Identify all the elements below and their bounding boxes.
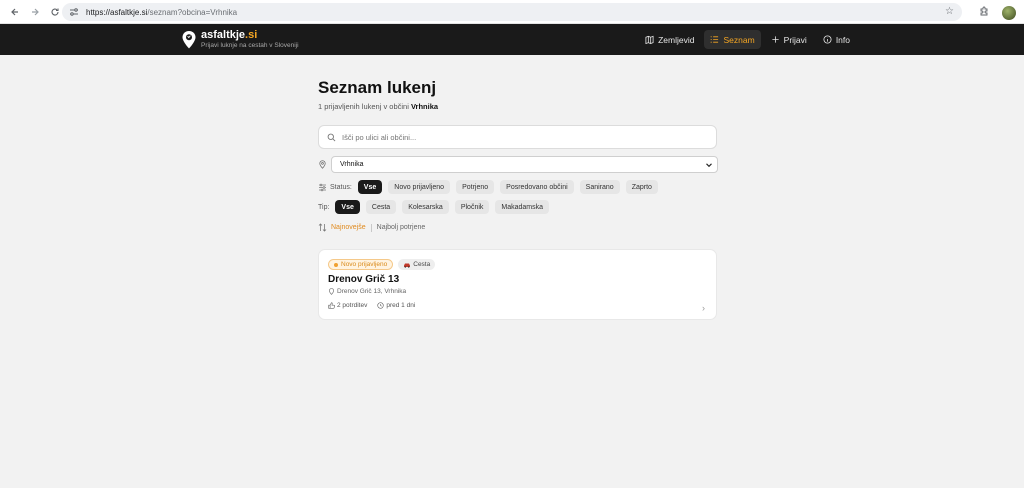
page-subtitle: 1 prijavljenih lukenj v občini Vrhnika	[318, 102, 439, 111]
map-icon	[645, 35, 654, 44]
nav-info[interactable]: Info	[817, 30, 856, 49]
reload-icon[interactable]	[48, 5, 62, 19]
pothole-pin-logo-icon	[182, 30, 196, 48]
browser-toolbar: https://asfaltkje.si/seznam?obcina=Vrhni…	[0, 0, 1024, 24]
brand-logo-link[interactable]: asfaltkje.si Prijavi luknje na cestah v …	[181, 29, 299, 50]
site-settings-icon[interactable]	[68, 6, 80, 18]
report-badges: Novo prijavljeno Cesta	[328, 259, 707, 270]
status-badge: Novo prijavljeno	[328, 259, 394, 270]
status-chip-posredovano-obcini[interactable]: Posredovano občini	[500, 180, 574, 194]
sort-most-confirmed[interactable]: Najbolj potrjene	[377, 224, 426, 231]
page-title: Seznam lukenj	[318, 78, 437, 97]
type-badge: Cesta	[398, 259, 436, 270]
type-chip-makadamska[interactable]: Makadamska	[495, 200, 550, 214]
type-chip-kolesarska[interactable]: Kolesarska	[402, 200, 449, 214]
municipality-selected-value: Vrhnika	[340, 161, 364, 168]
report-title: Drenov Grič 13	[328, 274, 400, 285]
type-chip-cesta[interactable]: Cesta	[365, 200, 397, 214]
sort-divider	[370, 223, 372, 232]
report-meta: 2 potrditev pred 1 dni	[328, 302, 707, 309]
sort-arrows-icon	[318, 223, 327, 232]
sort-newest[interactable]: Najnovejše	[331, 224, 366, 231]
address-bar[interactable]: https://asfaltkje.si/seznam?obcina=Vrhni…	[62, 3, 962, 21]
car-icon	[404, 263, 411, 268]
extensions-icon[interactable]	[979, 4, 990, 22]
arrow-right-icon[interactable]	[28, 5, 42, 19]
main-nav: Zemljevid Seznam Prijavi Info	[639, 30, 856, 49]
sort-row: Najnovejše Najbolj potrjene	[318, 223, 718, 232]
filter-sliders-icon	[319, 183, 326, 191]
type-filter-label: Tip:	[318, 203, 330, 211]
app-header: asfaltkje.si Prijavi luknje na cestah v …	[0, 24, 1024, 55]
status-chip-potrjeno[interactable]: Potrjeno	[456, 180, 495, 194]
map-pin-icon	[329, 288, 334, 295]
status-dot-icon	[334, 262, 338, 267]
report-card[interactable]: Novo prijavljeno Cesta Drenov Grič 13 Dr…	[318, 249, 717, 320]
profile-avatar[interactable]	[1002, 6, 1016, 20]
status-chip-novo-prijavljeno[interactable]: Novo prijavljeno	[388, 180, 451, 194]
arrow-left-icon[interactable]	[8, 5, 22, 19]
nav-zemljevid[interactable]: Zemljevid	[639, 30, 700, 49]
report-age: pred 1 dni	[377, 302, 415, 309]
search-input[interactable]	[342, 132, 702, 142]
search-box[interactable]	[318, 125, 717, 149]
url-text: https://asfaltkje.si/seznam?obcina=Vrhni…	[86, 7, 238, 17]
clock-icon	[377, 302, 384, 309]
status-filter-row: Status: Vse Novo prijavljeno Potrjeno Po…	[318, 180, 718, 194]
plus-icon	[772, 36, 779, 43]
bookmark-star-icon[interactable]: ☆	[945, 6, 954, 17]
map-pin-icon	[319, 160, 326, 169]
chevron-down-icon	[706, 162, 712, 167]
type-chip-vse[interactable]: Vse	[335, 200, 360, 214]
status-chip-zaprto[interactable]: Zaprto	[625, 180, 658, 194]
info-icon	[823, 35, 832, 44]
nav-prijavi[interactable]: Prijavi	[765, 30, 813, 49]
status-filter-label: Status:	[318, 183, 352, 192]
nav-seznam[interactable]: Seznam	[704, 30, 761, 49]
status-chip-vse[interactable]: Vse	[357, 180, 383, 194]
confirmations-count: 2 potrditev	[328, 302, 367, 309]
type-chip-plocnik[interactable]: Pločnik	[454, 200, 490, 214]
municipality-row: Vrhnika	[318, 156, 718, 173]
type-filter-row: Tip: Vse Cesta Kolesarska Pločnik Makada…	[318, 200, 718, 214]
brand-name: asfaltkje.si	[201, 29, 258, 41]
thumbs-up-icon	[328, 302, 335, 309]
brand-tagline: Prijavi luknje na cestah v Sloveniji	[201, 42, 299, 49]
main-content: Seznam lukenj 1 prijavljenih lukenj v ob…	[318, 72, 718, 320]
municipality-select[interactable]: Vrhnika	[331, 156, 718, 173]
chevron-right-icon: ›	[702, 303, 705, 313]
status-chip-sanirano[interactable]: Sanirano	[579, 180, 620, 194]
search-icon	[327, 133, 336, 141]
list-icon	[711, 36, 719, 43]
report-address: Drenov Grič 13, Vrhnika	[328, 288, 707, 295]
